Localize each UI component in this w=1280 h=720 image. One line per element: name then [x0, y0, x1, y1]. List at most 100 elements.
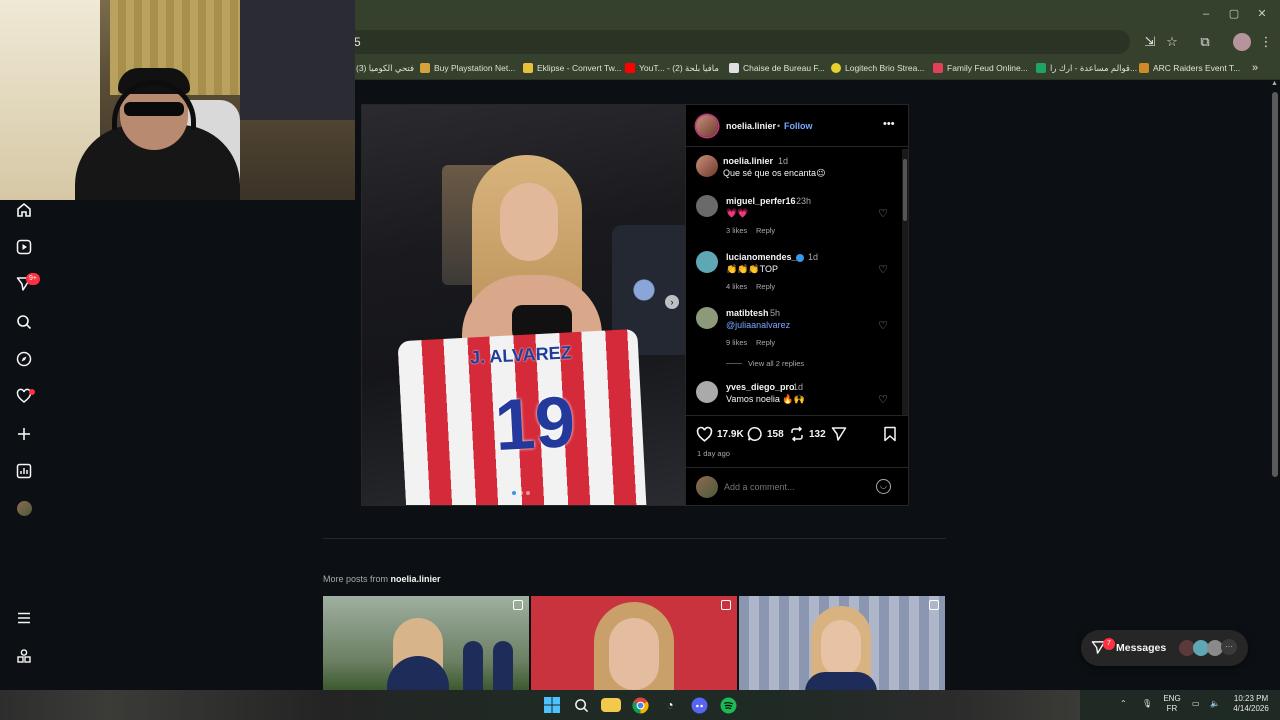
- comment-reply-button[interactable]: Reply: [756, 226, 775, 235]
- bookmark-item[interactable]: Eklipse - Convert Tw...: [523, 60, 621, 76]
- discord-icon[interactable]: [689, 695, 709, 715]
- bookmark-item[interactable]: (3) فتحي الكوميا: [356, 60, 414, 76]
- bookmark-item[interactable]: Family Feud Online...: [933, 60, 1028, 76]
- profile-avatar-nav[interactable]: [17, 501, 32, 516]
- post-options-icon[interactable]: •••: [883, 118, 895, 130]
- follow-button[interactable]: Follow: [784, 121, 813, 131]
- tray-overflow-icon[interactable]: ⌃: [1120, 699, 1127, 709]
- file-explorer-icon[interactable]: [601, 698, 621, 712]
- more-posts-username[interactable]: noelia.linier: [391, 574, 441, 584]
- comment-likes[interactable]: 4 likes: [726, 282, 747, 291]
- comments-scroll-thumb[interactable]: [903, 159, 907, 221]
- more-post-thumbnail[interactable]: [531, 596, 737, 690]
- more-bookmarks-icon[interactable]: »: [1252, 60, 1258, 76]
- comment-reply-button[interactable]: Reply: [756, 282, 775, 291]
- comment-count: 158: [767, 428, 784, 440]
- author-avatar[interactable]: [696, 115, 718, 137]
- comment-icon: [747, 427, 762, 441]
- view-replies-button[interactable]: View all 2 replies: [748, 359, 804, 368]
- page-scroll-thumb[interactable]: [1272, 92, 1278, 477]
- repost-icon: [791, 426, 803, 442]
- messages-floating-button[interactable]: 7 Messages ···: [1081, 630, 1248, 666]
- commenter-avatar[interactable]: [696, 195, 718, 217]
- comment-username[interactable]: lucianomendes_: [726, 252, 797, 262]
- bookmark-icon: [884, 426, 896, 442]
- save-button[interactable]: [883, 425, 897, 443]
- language-indicator[interactable]: ENG FR: [1160, 694, 1184, 714]
- like-comment-heart-icon[interactable]: ♡: [876, 263, 890, 277]
- post-image[interactable]: J. ALVAREZ 19 ›: [362, 105, 685, 505]
- chrome-icon[interactable]: [630, 695, 650, 715]
- comment-username[interactable]: miguel_perfer16: [726, 196, 796, 206]
- create-icon[interactable]: [14, 424, 34, 444]
- windows-start-icon[interactable]: [542, 695, 562, 715]
- bookmark-star-icon[interactable]: ☆: [1163, 33, 1181, 51]
- repost-button[interactable]: 132: [789, 425, 826, 443]
- network-icon[interactable]: ▭: [1192, 699, 1200, 709]
- scroll-up-icon[interactable]: ▲: [1271, 80, 1278, 87]
- minimize-icon[interactable]: –: [1198, 6, 1214, 22]
- bookmark-item[interactable]: Chaise de Bureau F...: [729, 60, 825, 76]
- next-image-icon[interactable]: ›: [665, 295, 679, 309]
- volume-icon[interactable]: 🔈: [1210, 699, 1220, 709]
- post-card: J. ALVAREZ 19 › noelia.linier • Follow •…: [361, 104, 909, 506]
- reels-icon[interactable]: [14, 237, 34, 257]
- comment-button[interactable]: 158: [747, 425, 784, 443]
- clock[interactable]: 10:23 PM 4/14/2026: [1226, 694, 1276, 714]
- spotify-icon[interactable]: [718, 695, 738, 715]
- like-comment-heart-icon[interactable]: ♡: [876, 319, 890, 333]
- browser-menu-icon[interactable]: ⋮: [1257, 33, 1275, 51]
- comment-username[interactable]: yves_diego_pro: [726, 382, 795, 392]
- commenter-avatar[interactable]: [696, 251, 718, 273]
- bookmark-item[interactable]: Buy Playstation Net...: [420, 60, 515, 76]
- commenter-avatar[interactable]: [696, 381, 718, 403]
- multiple-images-icon: [721, 600, 731, 610]
- add-comment-input[interactable]: [724, 478, 864, 496]
- bookmark-favicon-icon: [420, 63, 430, 73]
- verified-badge-icon: [796, 254, 804, 262]
- comment-likes[interactable]: 9 likes: [726, 338, 747, 347]
- microphone-icon[interactable]: 🎙: [1142, 699, 1152, 709]
- caption-username[interactable]: noelia.linier: [723, 156, 773, 166]
- close-icon[interactable]: ✕: [1254, 6, 1270, 22]
- commenter-avatar[interactable]: [696, 307, 718, 329]
- comment-likes[interactable]: 3 likes: [726, 226, 747, 235]
- comment-mention-link[interactable]: @juliaanalvarez: [726, 320, 790, 330]
- bookmark-favicon-icon: [831, 63, 841, 73]
- comments-scrollbar[interactable]: [902, 149, 908, 415]
- comment-text: 👏👏👏TOP: [726, 264, 778, 274]
- like-button[interactable]: 17.9K: [696, 425, 744, 443]
- taskbar-search-icon[interactable]: [571, 695, 591, 715]
- more-post-thumbnail[interactable]: [739, 596, 945, 690]
- share-button[interactable]: [831, 425, 847, 443]
- search-icon[interactable]: [14, 312, 34, 332]
- like-comment-heart-icon[interactable]: ♡: [876, 207, 890, 221]
- caption-avatar[interactable]: [696, 155, 718, 177]
- bookmark-item[interactable]: ARC Raiders Event T...: [1139, 60, 1240, 76]
- profile-avatar[interactable]: [1233, 33, 1251, 51]
- install-app-icon[interactable]: ⇲: [1141, 33, 1159, 51]
- clock-app-icon[interactable]: ◔: [660, 695, 680, 715]
- comment-username[interactable]: matibtesh: [726, 308, 769, 318]
- dashboard-icon[interactable]: [14, 461, 34, 481]
- author-username[interactable]: noelia.linier: [726, 121, 776, 131]
- home-icon[interactable]: [14, 200, 34, 220]
- more-post-thumbnail[interactable]: [323, 596, 529, 690]
- bookmark-item[interactable]: Logitech Brio Strea...: [831, 60, 924, 76]
- comment-reply-button[interactable]: Reply: [756, 338, 775, 347]
- post-timestamp[interactable]: 1 day ago: [697, 449, 730, 458]
- explore-icon[interactable]: [14, 349, 34, 369]
- heart-icon: [696, 426, 713, 442]
- maximize-icon[interactable]: ▢: [1226, 6, 1242, 22]
- address-bar[interactable]: 5: [340, 30, 1130, 54]
- also-from-meta-icon[interactable]: [14, 646, 34, 666]
- bookmark-item[interactable]: YouT... - مافيا بلحة (2): [625, 60, 719, 76]
- like-comment-heart-icon[interactable]: ♡: [876, 393, 890, 407]
- page-scrollbar[interactable]: ▲: [1270, 80, 1280, 690]
- extensions-icon[interactable]: ⧉: [1196, 33, 1214, 51]
- more-menu-icon[interactable]: [14, 608, 34, 628]
- emoji-picker-icon[interactable]: ◡: [876, 479, 891, 494]
- replies-line: [726, 363, 742, 364]
- messages-badge: 9+: [26, 273, 40, 285]
- bookmark-item[interactable]: قوالم مساعدة - ارك را...: [1036, 60, 1137, 76]
